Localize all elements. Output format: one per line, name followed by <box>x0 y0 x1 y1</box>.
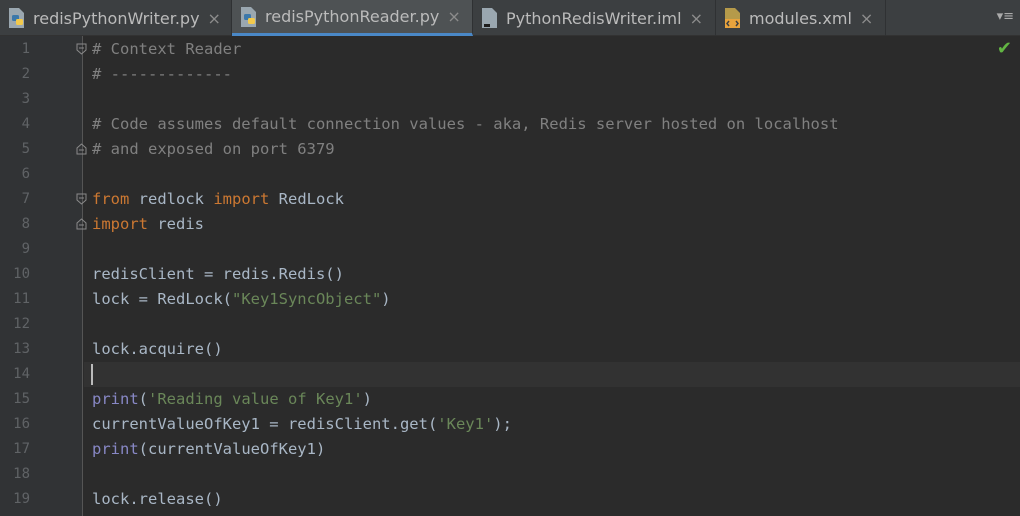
line-number: 14 <box>13 366 30 382</box>
python-file-icon <box>6 6 28 30</box>
line-number: 18 <box>13 466 30 482</box>
code-line-19: lock.release() <box>92 490 223 508</box>
line-number: 4 <box>21 116 30 132</box>
close-icon[interactable]: × <box>208 9 221 28</box>
line-number: 10 <box>13 266 30 282</box>
code-line-10: redisClient = redis.Redis() <box>92 265 344 283</box>
code-line-1: # Context Reader <box>92 40 242 58</box>
code-line-15: print('Reading value of Key1') <box>92 390 372 408</box>
check-icon[interactable]: ✔ <box>997 38 1012 59</box>
fold-start-icon[interactable] <box>76 193 87 205</box>
line-number: 8 <box>21 216 30 232</box>
line-number: 2 <box>21 66 30 82</box>
close-icon[interactable]: × <box>690 9 703 28</box>
xml-file-icon <box>722 6 744 30</box>
tab-label: modules.xml <box>749 8 852 28</box>
line-number: 16 <box>13 416 30 432</box>
tab-python-redis-writer-iml[interactable]: PythonRedisWriter.iml × <box>473 0 716 36</box>
text-caret <box>91 364 93 385</box>
line-number: 5 <box>21 141 30 157</box>
current-line-highlight <box>84 362 1020 387</box>
tab-modules-xml[interactable]: modules.xml × <box>716 0 886 36</box>
close-icon[interactable]: × <box>860 9 873 28</box>
line-number: 6 <box>21 166 30 182</box>
tab-label: redisPythonWriter.py <box>33 8 200 28</box>
code-line-11: lock = RedLock("Key1SyncObject") <box>92 290 391 308</box>
tab-list-menu-icon[interactable]: ▾≡ <box>997 9 1014 24</box>
line-number-gutter: 1 2 3 4 5 6 7 8 9 10 11 12 13 14 15 16 1… <box>0 36 87 516</box>
code-line-2: # ------------- <box>92 65 232 83</box>
tab-label: redisPythonReader.py <box>265 7 440 26</box>
fold-start-icon[interactable] <box>76 43 87 55</box>
code-line-8: import redis <box>92 215 204 233</box>
line-number: 19 <box>13 491 30 507</box>
code-line-13: lock.acquire() <box>92 340 223 358</box>
line-number: 9 <box>21 241 30 257</box>
code-editor[interactable]: 1 2 3 4 5 6 7 8 9 10 11 12 13 14 15 16 1… <box>0 36 1020 516</box>
line-number: 13 <box>13 341 30 357</box>
code-line-5: # and exposed on port 6379 <box>92 140 335 158</box>
code-line-16: currentValueOfKey1 = redisClient.get('Ke… <box>92 415 512 433</box>
line-number: 12 <box>13 316 30 332</box>
code-line-17: print(currentValueOfKey1) <box>92 440 326 458</box>
line-number: 17 <box>13 441 30 457</box>
python-file-icon <box>238 5 260 29</box>
tab-redis-python-writer[interactable]: redisPythonWriter.py × <box>0 0 232 36</box>
line-number: 15 <box>13 391 30 407</box>
tab-label: PythonRedisWriter.iml <box>506 8 682 28</box>
tab-redis-python-reader[interactable]: redisPythonReader.py × <box>232 0 473 36</box>
line-number: 7 <box>21 191 30 207</box>
fold-end-icon[interactable] <box>76 143 87 155</box>
editor-tab-bar: redisPythonWriter.py × redisPythonReader… <box>0 0 1020 36</box>
line-number: 11 <box>13 291 30 307</box>
module-file-icon <box>479 6 501 30</box>
close-icon[interactable]: × <box>447 7 460 26</box>
line-number: 1 <box>21 41 30 57</box>
code-line-4: # Code assumes default connection values… <box>92 115 839 133</box>
code-line-7: from redlock import RedLock <box>92 190 344 208</box>
fold-end-icon[interactable] <box>76 218 87 230</box>
line-number: 3 <box>21 91 30 107</box>
